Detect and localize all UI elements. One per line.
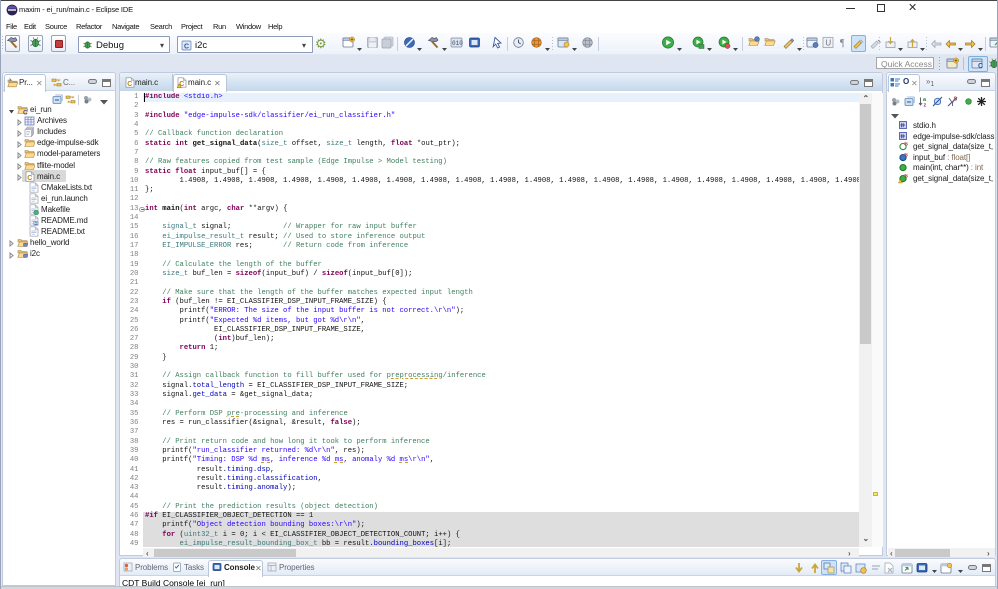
svg-text:U: U bbox=[825, 39, 831, 48]
svg-text:C: C bbox=[27, 175, 32, 182]
svg-text:z: z bbox=[924, 103, 927, 108]
svg-text:010: 010 bbox=[452, 40, 463, 47]
svg-text:¶: ¶ bbox=[840, 38, 845, 49]
svg-text:S: S bbox=[904, 153, 908, 158]
svg-text:C: C bbox=[127, 81, 132, 88]
svg-text:C: C bbox=[184, 43, 189, 50]
svg-text:S: S bbox=[904, 142, 908, 147]
svg-text:S: S bbox=[904, 174, 908, 179]
svg-text:C: C bbox=[978, 63, 983, 70]
